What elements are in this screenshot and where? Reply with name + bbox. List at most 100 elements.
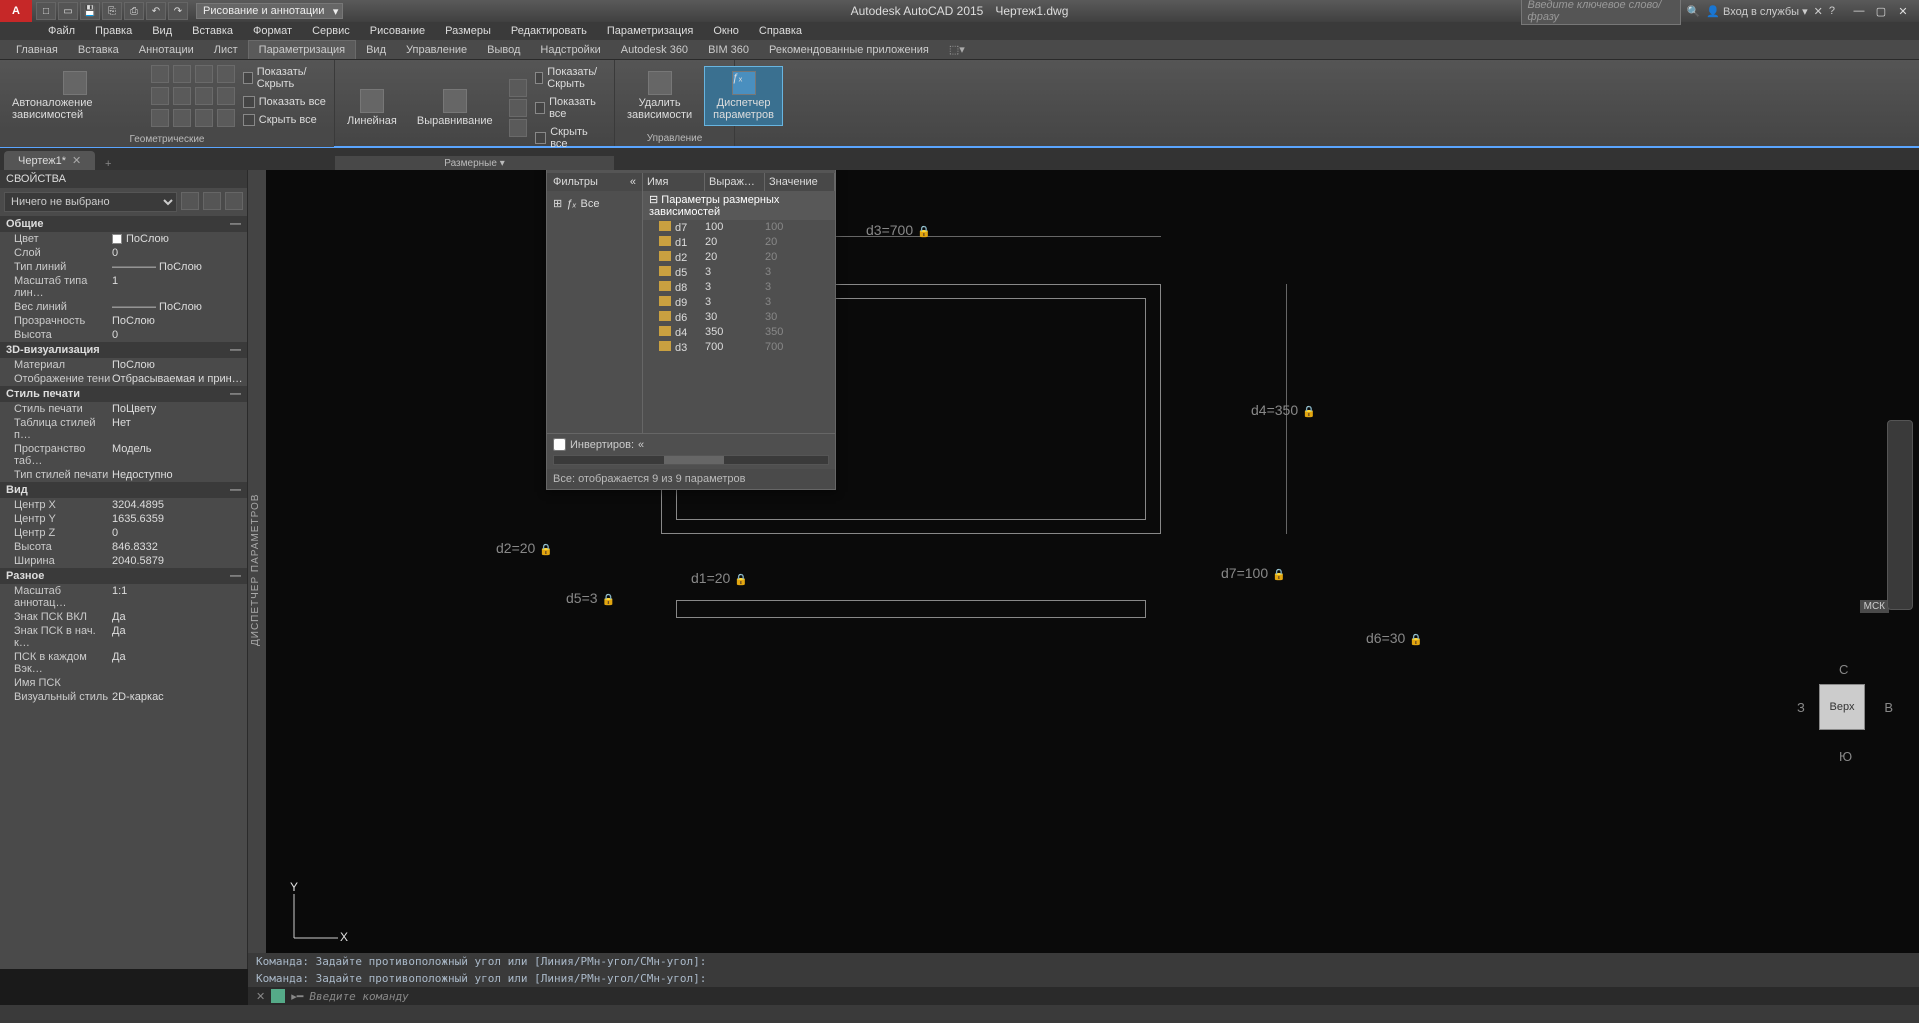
viewcube-east[interactable]: В — [1884, 700, 1893, 715]
help-icon[interactable]: ? — [1829, 5, 1835, 17]
viewcube-west[interactable]: З — [1797, 700, 1805, 715]
menu-view[interactable]: Вид — [144, 23, 180, 39]
tab-featured[interactable]: Рекомендованные приложения — [759, 41, 939, 59]
constraint-icon[interactable] — [217, 65, 235, 83]
menu-insert[interactable]: Вставка — [184, 23, 241, 39]
qat-save-icon[interactable]: 💾 — [80, 2, 100, 20]
props-section-header[interactable]: Вид— — [0, 482, 247, 498]
constraint-icon[interactable] — [151, 87, 169, 105]
menu-file[interactable]: Файл — [40, 23, 83, 39]
viewcube[interactable]: С Ю В З Верх — [1795, 660, 1895, 760]
ribbon-minimize-icon[interactable]: ⬚▾ — [949, 43, 965, 56]
dim-show-hide[interactable]: Показать/Скрыть — [531, 64, 610, 92]
select-objects-icon[interactable] — [225, 192, 243, 210]
infocenter-icon[interactable]: 🔍 — [1687, 5, 1701, 18]
cmd-close-icon[interactable]: ✕ — [256, 990, 265, 1003]
param-row[interactable]: d63030 — [643, 310, 835, 325]
close-button[interactable]: ✕ — [1893, 3, 1913, 19]
menu-dims[interactable]: Размеры — [437, 23, 499, 39]
props-section-header[interactable]: Стиль печати— — [0, 386, 247, 402]
dim-icon[interactable] — [509, 79, 527, 97]
props-row[interactable]: МатериалПоСлою — [0, 358, 247, 372]
props-row[interactable]: ПрозрачностьПоСлою — [0, 314, 247, 328]
dim-linear-button[interactable]: Линейная — [339, 85, 405, 131]
props-row[interactable]: Вес линий———— ПоСлою — [0, 300, 247, 314]
viewcube-south[interactable]: Ю — [1839, 749, 1852, 764]
props-row[interactable]: Отображение тениОтбрасываемая и прин… — [0, 372, 247, 386]
exchange-icon[interactable]: ✕ — [1814, 5, 1823, 18]
dim-icon[interactable] — [509, 119, 527, 137]
constraint-icon[interactable] — [151, 65, 169, 83]
menu-parametric[interactable]: Параметризация — [599, 23, 701, 39]
qat-open-icon[interactable]: ▭ — [58, 2, 78, 20]
qat-undo-icon[interactable]: ↶ — [146, 2, 166, 20]
props-row[interactable]: Стиль печатиПоЦвету — [0, 402, 247, 416]
auto-constrain-button[interactable]: Автоналожение зависимостей — [4, 67, 147, 125]
menu-edit[interactable]: Правка — [87, 23, 140, 39]
rect-bottom[interactable] — [676, 600, 1146, 618]
parameters-manager-panel[interactable]: ✦ ƒₓ ✕ 🔍 Фильтры« ⊞ƒₓВсе Имя Выраж… — [546, 170, 836, 490]
signin-button[interactable]: 👤 Вход в службы ▾ — [1706, 5, 1807, 18]
props-row[interactable]: Пространство таб…Модель — [0, 442, 247, 468]
tab-annotate[interactable]: Аннотации — [129, 41, 204, 59]
dim-d3[interactable]: d3=700 🔒 — [866, 222, 931, 238]
constraint-icon[interactable] — [195, 87, 213, 105]
selection-dropdown[interactable]: Ничего не выбрано — [4, 192, 177, 212]
dim-icon[interactable] — [509, 99, 527, 117]
props-section-header[interactable]: Разное— — [0, 568, 247, 584]
param-row[interactable]: d933 — [643, 295, 835, 310]
navigation-bar[interactable] — [1887, 420, 1913, 610]
dim-d2[interactable]: d2=20 🔒 — [496, 540, 553, 556]
constraint-icon[interactable] — [217, 87, 235, 105]
param-row[interactable]: d22020 — [643, 250, 835, 265]
param-row[interactable]: d4350350 — [643, 325, 835, 340]
filter-all[interactable]: ⊞ƒₓВсе — [551, 195, 638, 212]
dim-d7[interactable]: d7=100 🔒 — [1221, 565, 1286, 581]
geom-hide-all[interactable]: Скрыть все — [239, 112, 330, 128]
dim-d6[interactable]: d6=30 🔒 — [1366, 630, 1423, 646]
props-row[interactable]: Таблица стилей п…Нет — [0, 416, 247, 442]
props-row[interactable]: Высота846.8332 — [0, 540, 247, 554]
command-line[interactable]: ✕ ▸━ Введите команду — [248, 987, 1919, 1005]
param-manager-strip[interactable]: ДИСПЕТЧЕР ПАРАМЕТРОВ — [248, 170, 266, 969]
props-row[interactable]: Масштаб типа лин…1 — [0, 274, 247, 300]
props-row[interactable]: Центр Y1635.6359 — [0, 512, 247, 526]
menu-draw[interactable]: Рисование — [362, 23, 433, 39]
props-row[interactable]: Центр X3204.4895 — [0, 498, 247, 512]
delete-constraints-button[interactable]: Удалить зависимости — [619, 67, 700, 125]
dim-d4[interactable]: d4=350 🔒 — [1251, 402, 1316, 418]
props-row[interactable]: ПСК в каждом Вэк…Да — [0, 650, 247, 676]
doc-tab-active[interactable]: Чертеж1*✕ — [4, 151, 95, 170]
geom-show-hide[interactable]: Показать/Скрыть — [239, 64, 330, 92]
viewcube-north[interactable]: С — [1839, 662, 1848, 677]
qat-plot-icon[interactable]: ⎙ — [124, 2, 144, 20]
collapse-icon[interactable]: « — [638, 439, 644, 451]
qat-redo-icon[interactable]: ↷ — [168, 2, 188, 20]
menu-format[interactable]: Формат — [245, 23, 300, 39]
tab-insert[interactable]: Вставка — [68, 41, 129, 59]
constraint-icon[interactable] — [173, 65, 191, 83]
param-group-header[interactable]: ⊟ Параметры размерных зависимостей — [643, 191, 835, 220]
props-section-header[interactable]: 3D-визуализация— — [0, 342, 247, 358]
constraint-icon[interactable] — [217, 109, 235, 127]
param-row[interactable]: d833 — [643, 280, 835, 295]
qat-new-icon[interactable]: □ — [36, 2, 56, 20]
tab-home[interactable]: Главная — [6, 41, 68, 59]
qat-saveas-icon[interactable]: ⎘ — [102, 2, 122, 20]
tab-output[interactable]: Вывод — [477, 41, 530, 59]
menu-help[interactable]: Справка — [751, 23, 810, 39]
menu-window[interactable]: Окно — [705, 23, 747, 39]
minimize-button[interactable]: — — [1849, 3, 1869, 19]
viewcube-top[interactable]: Верх — [1819, 684, 1865, 730]
props-row[interactable]: Имя ПСК — [0, 676, 247, 690]
props-row[interactable]: Тип стилей печатиНедоступно — [0, 468, 247, 482]
menu-tools[interactable]: Сервис — [304, 23, 358, 39]
constraint-icon[interactable] — [173, 87, 191, 105]
new-tab-button[interactable]: + — [97, 158, 119, 170]
props-row[interactable]: Тип линий———— ПоСлою — [0, 260, 247, 274]
constraint-icon[interactable] — [173, 109, 191, 127]
props-row[interactable]: Знак ПСК в нач. к…Да — [0, 624, 247, 650]
props-row[interactable]: Центр Z0 — [0, 526, 247, 540]
parameters-manager-button[interactable]: ƒₓДиспетчер параметров — [704, 66, 783, 126]
props-row[interactable]: Высота0 — [0, 328, 247, 342]
